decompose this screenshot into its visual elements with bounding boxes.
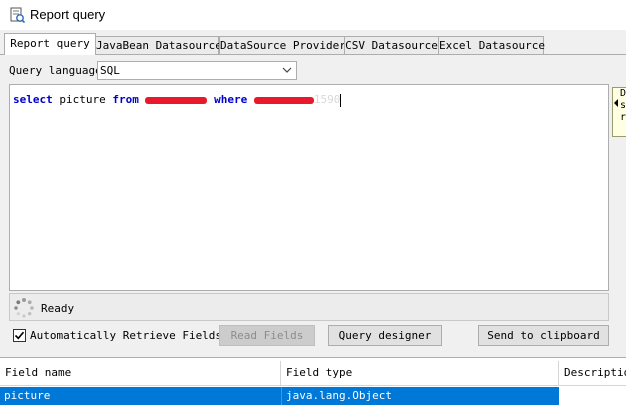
fields-table-header: Field name Field type Description (0, 361, 626, 386)
field-type-cell[interactable]: java.lang.Object (281, 387, 559, 405)
checkmark-icon (14, 331, 25, 340)
side-hint-panel: D s r (612, 87, 626, 137)
keyword-from: from (112, 93, 139, 106)
status-text: Ready (41, 302, 75, 315)
redacted-condition (253, 96, 314, 104)
query-text: select picture from where 1590 (13, 93, 342, 107)
read-fields-button[interactable]: Read Fields (219, 325, 315, 346)
auto-retrieve-checkbox[interactable] (13, 329, 26, 342)
query-language-label: Query language (9, 64, 102, 77)
table-row[interactable]: picture java.lang.Object (0, 387, 626, 405)
title-bar: Report query (0, 0, 626, 30)
column-header-description[interactable]: Description (559, 361, 626, 386)
query-editor[interactable]: select picture from where 1590 (9, 84, 609, 291)
datasource-tabs: Report query JavaBean Datasource DataSou… (0, 33, 626, 55)
tab-javabean-datasource[interactable]: JavaBean Datasource (95, 36, 222, 55)
query-tail: 1590 (313, 93, 341, 106)
tab-excel-datasource[interactable]: Excel Datasource (438, 36, 545, 55)
query-column: picture (52, 93, 113, 106)
tab-csv-datasource[interactable]: CSV Datasource (344, 36, 439, 55)
column-header-field-name[interactable]: Field name (0, 361, 281, 386)
chevron-down-icon (282, 67, 292, 73)
send-to-clipboard-button[interactable]: Send to clipboard (478, 325, 609, 346)
fields-table: Field name Field type Description pictur… (0, 357, 626, 406)
query-language-value: SQL (100, 64, 120, 77)
description-cell[interactable] (559, 387, 626, 405)
side-hint-line: r (620, 112, 626, 123)
window-title: Report query (30, 7, 106, 22)
side-hint-line: D (620, 88, 626, 99)
hint-arrow-icon (614, 99, 618, 107)
tab-report-query[interactable]: Report query (4, 33, 96, 55)
redacted-table-name (145, 96, 208, 104)
column-header-field-type[interactable]: Field type (281, 361, 559, 386)
keyword-select: select (13, 93, 53, 106)
query-designer-button[interactable]: Query designer (328, 325, 442, 346)
auto-retrieve-label[interactable]: Automatically Retrieve Fields (30, 329, 222, 342)
keyword-where: where (214, 93, 248, 106)
report-query-app-icon (10, 7, 25, 23)
field-name-cell[interactable]: picture (0, 387, 281, 405)
spinner-icon (14, 298, 34, 318)
text-caret (340, 93, 342, 107)
side-hint-line: s (620, 100, 626, 111)
tab-datasource-provider[interactable]: DataSource Provider (219, 36, 346, 55)
status-bar: Ready (9, 293, 609, 321)
query-language-select[interactable]: SQL (97, 61, 297, 80)
